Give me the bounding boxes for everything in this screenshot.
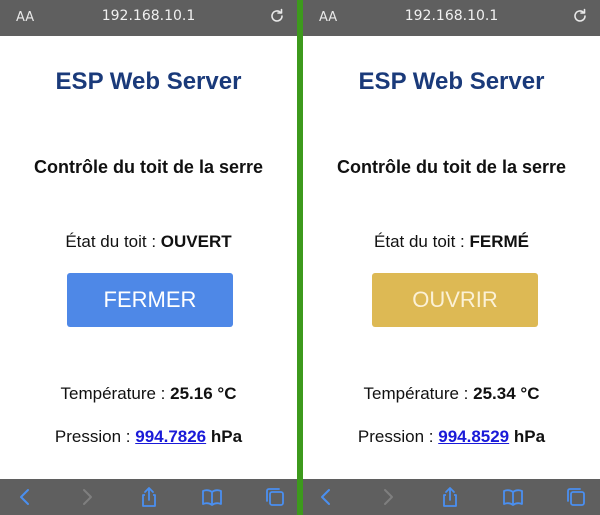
bookmarks-icon[interactable] <box>502 486 524 508</box>
page-title: ESP Web Server <box>358 68 545 95</box>
roof-state-label: État du toit : <box>65 232 161 251</box>
url-field[interactable]: 192.168.10.1 <box>0 8 297 24</box>
roof-state: État du toit : FERMÉ <box>303 232 600 252</box>
back-chevron-icon[interactable] <box>14 486 36 508</box>
roof-state-value: OUVERT <box>160 232 232 251</box>
phone-screen-left: AA 192.168.10.1 ESP Web Server Contrôle … <box>0 0 297 515</box>
tabs-icon[interactable] <box>565 486 587 508</box>
fermer-button[interactable]: FERMER <box>67 273 233 327</box>
back-chevron-icon[interactable] <box>315 486 337 508</box>
roof-state: État du toit : OUVERT <box>0 232 297 252</box>
pressure-reading: Pression : 994.7826 hPa <box>0 427 297 447</box>
temperature-reading: Température : 25.16 °C <box>0 384 297 404</box>
url-field[interactable]: 192.168.10.1 <box>303 8 600 24</box>
temperature-label: Température : <box>60 384 171 403</box>
bookmarks-icon[interactable] <box>201 486 223 508</box>
reload-icon[interactable] <box>572 8 588 24</box>
phone-screen-right: AA 192.168.10.1 ESP Web Server Contrôle … <box>303 0 600 515</box>
tabs-icon[interactable] <box>264 486 286 508</box>
page-subtitle: Contrôle du toit de la serre <box>336 157 567 177</box>
temperature-reading: Température : 25.34 °C <box>303 384 600 404</box>
share-icon[interactable] <box>138 486 160 508</box>
pressure-reading: Pression : 994.8529 hPa <box>303 427 600 447</box>
pressure-label: Pression : <box>357 427 439 446</box>
ouvrir-button[interactable]: OUVRIR <box>372 273 538 327</box>
forward-chevron-icon[interactable] <box>76 486 98 508</box>
page-title: ESP Web Server <box>55 68 242 95</box>
pressure-value-link[interactable]: 994.8529 <box>438 427 509 446</box>
page-content: ESP Web Server Contrôle du toit de la se… <box>0 36 297 479</box>
page-subtitle: Contrôle du toit de la serre <box>33 157 264 177</box>
roof-state-label: État du toit : <box>374 232 470 251</box>
pressure-unit: hPa <box>513 427 546 446</box>
reload-icon[interactable] <box>269 8 285 24</box>
pressure-value-link[interactable]: 994.7826 <box>135 427 206 446</box>
pressure-unit: hPa <box>210 427 243 446</box>
roof-state-value: FERMÉ <box>469 232 529 251</box>
temperature-value: 25.16 °C <box>170 384 237 403</box>
browser-address-bar: AA 192.168.10.1 <box>303 0 600 36</box>
browser-address-bar: AA 192.168.10.1 <box>0 0 297 36</box>
pressure-label: Pression : <box>54 427 136 446</box>
browser-toolbar <box>303 479 600 515</box>
page-content: ESP Web Server Contrôle du toit de la se… <box>303 36 600 479</box>
temperature-label: Température : <box>363 384 474 403</box>
forward-chevron-icon[interactable] <box>377 486 399 508</box>
share-icon[interactable] <box>439 486 461 508</box>
browser-toolbar <box>0 479 297 515</box>
temperature-value: 25.34 °C <box>473 384 540 403</box>
